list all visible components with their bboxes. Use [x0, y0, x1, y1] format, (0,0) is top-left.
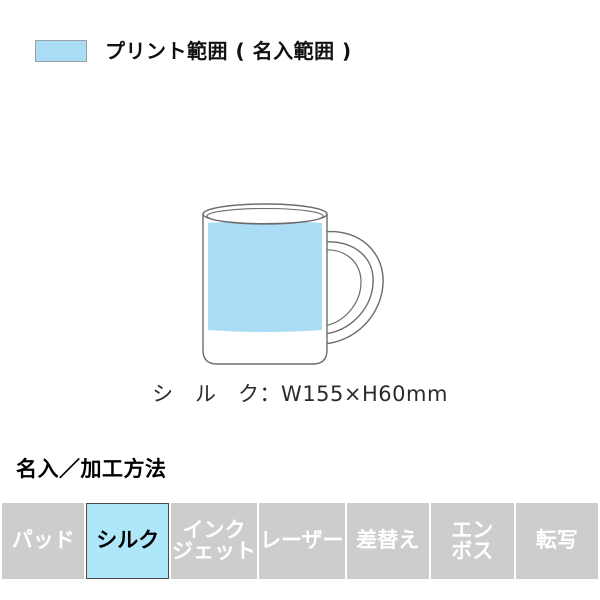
print-area-legend: プリント範囲 ( 名入範囲 ): [35, 40, 352, 62]
method-chip-emboss[interactable]: エン ボス: [431, 503, 514, 579]
print-area-swatch: [35, 40, 87, 62]
method-chip-label: ジェット: [171, 539, 256, 563]
method-chip-silk[interactable]: シルク: [86, 503, 169, 579]
method-chip-label: 差替え: [356, 528, 420, 553]
method-chip-label: シルク: [96, 528, 160, 553]
methods-chip-row: パッド シルク インク ジェット レーザー 差替え エン ボス 転写: [2, 503, 599, 579]
method-chip-transfer[interactable]: 転写: [515, 503, 599, 579]
print-area-legend-label: プリント範囲 ( 名入範囲 ): [105, 39, 352, 63]
print-area-region: [208, 221, 322, 332]
mug-rim-inner: [206, 207, 324, 225]
product-figure: [0, 180, 600, 410]
mug-illustration: [202, 203, 384, 365]
method-chip-label: インク: [182, 517, 246, 542]
method-chip-laser[interactable]: レーザー: [258, 503, 345, 579]
method-chip-label: エン: [451, 517, 494, 542]
method-chip-label: ボス: [451, 539, 494, 563]
method-chip-label: レーザー: [259, 528, 344, 553]
method-chip-pad[interactable]: パッド: [2, 503, 85, 579]
print-dimension-caption: シ ル ク：W155×H60mm: [152, 382, 448, 406]
method-chip-inkjet[interactable]: インク ジェット: [170, 503, 257, 579]
mug-handle-icon: [322, 230, 384, 345]
method-chip-replace[interactable]: 差替え: [346, 503, 430, 579]
methods-section-heading: 名入／加工方法: [16, 457, 167, 481]
mug-handle-inner-icon: [322, 249, 362, 327]
method-chip-label: パッド: [11, 528, 75, 553]
method-chip-label: 転写: [535, 528, 578, 553]
